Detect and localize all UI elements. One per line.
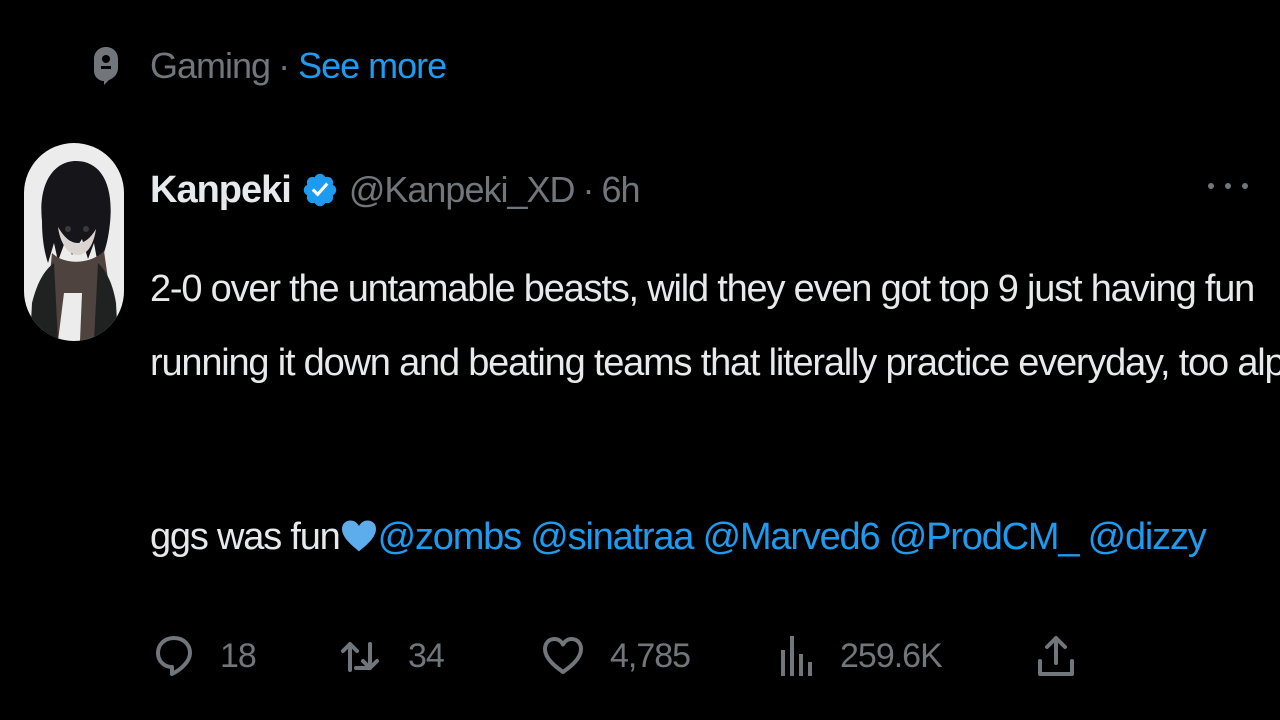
tweet-line-3: ggs was fun @zombs @sinatraa @Marved6 @Pr… [150,500,1260,574]
like-button[interactable]: 4,785 [542,628,691,684]
timestamp[interactable]: 6h [602,169,641,211]
reply-icon [156,636,192,676]
mention-link[interactable]: @sinatraa [530,516,694,558]
retweet-count: 34 [408,636,445,675]
tweet[interactable]: Gaming · See more Kanpeki @Kanpeki_XD · … [0,0,1280,720]
tweet-header: Kanpeki @Kanpeki_XD · 6h [150,162,641,218]
tweet-text: 2-0 over the untamable beasts, wild they… [150,252,1280,574]
share-icon [1038,636,1074,676]
tweet-line-1: 2-0 over the untamable beasts, wild they… [150,268,1255,310]
reply-count: 18 [220,636,257,675]
action-bar: 18 34 4,785 259.6K [150,628,1250,684]
like-icon [543,637,583,674]
reply-button[interactable]: 18 [154,628,257,684]
topic-separator: · [278,45,291,86]
topic-name[interactable]: Gaming [150,45,271,87]
blue-heart-emoji-icon [341,520,376,552]
mention-link[interactable]: @ProdCM_ [889,516,1080,558]
more-icon[interactable] [1208,172,1248,200]
see-more-link[interactable]: See more [298,45,447,87]
topic-icon [92,46,120,86]
views-button[interactable]: 259.6K [778,628,943,684]
tweet-line-3-text: ggs was fun [150,516,341,558]
mention-link[interactable]: @dizzy [1088,516,1207,558]
display-name[interactable]: Kanpeki [150,169,292,212]
mention-link[interactable]: @Marved6 [703,516,881,558]
views-count: 259.6K [840,636,943,675]
verified-badge-icon [303,173,337,207]
retweet-button[interactable]: 34 [340,628,445,684]
like-count: 4,785 [610,636,691,675]
share-button[interactable] [1036,628,1076,684]
topic-row: Gaming · See more [92,40,447,92]
avatar[interactable] [24,143,124,341]
views-icon [781,636,812,676]
meta-separator: · [582,169,595,210]
author-handle[interactable]: @Kanpeki_XD [349,169,576,211]
mention-link[interactable]: @zombs [378,516,523,558]
retweet-icon [341,642,379,672]
tweet-line-2: running it down and beating teams that l… [150,342,1280,384]
